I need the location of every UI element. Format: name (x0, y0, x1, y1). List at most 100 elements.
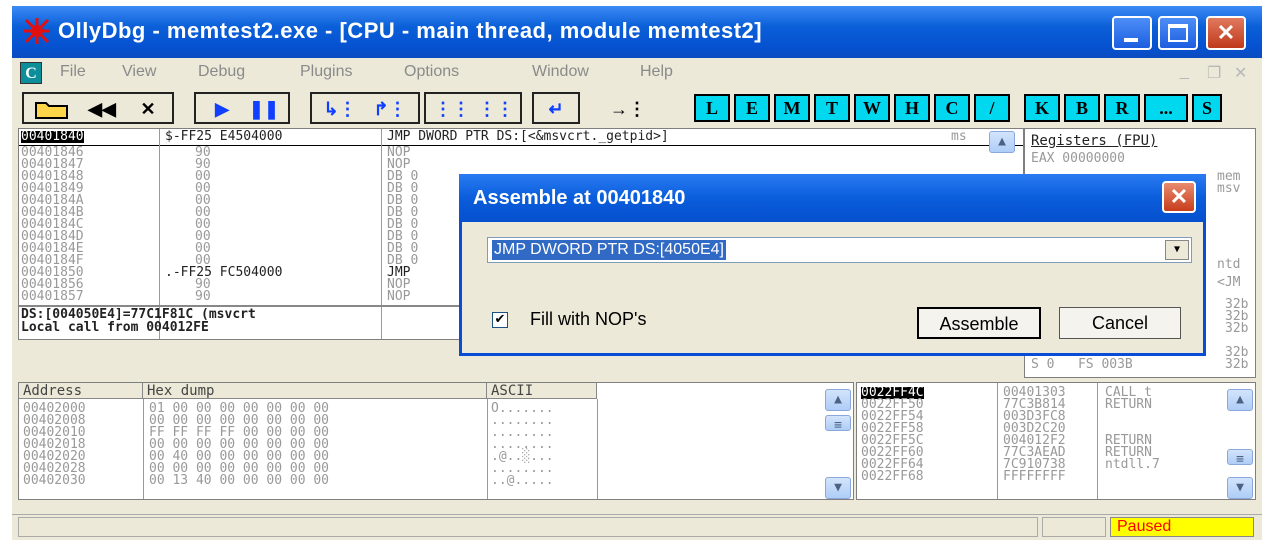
maximize-button[interactable] (1158, 16, 1198, 50)
dump-scroll-up-button[interactable]: ▲ (825, 389, 851, 411)
register-eax[interactable]: EAX 00000000 (1031, 152, 1125, 165)
assemble-command-input[interactable]: JMP DWORD PTR DS:[4050E4] (492, 240, 726, 260)
selection-underline (19, 145, 1023, 146)
menu-debug[interactable]: Debug (198, 63, 245, 81)
minimize-button[interactable] (1112, 16, 1152, 50)
dialog-title-bar[interactable]: Assemble at 00401840 ✕ (459, 174, 1206, 222)
menu-view[interactable]: View (122, 63, 156, 81)
column-divider (381, 129, 382, 339)
threads-window-button[interactable]: T (814, 94, 850, 122)
dump-scroll-thumb[interactable]: ≡ (825, 415, 851, 433)
patches-window-button[interactable]: / (974, 94, 1010, 122)
log-window-button[interactable]: L (694, 94, 730, 122)
disasm-selected-cmd[interactable]: JMP DWORD PTR DS:[<&msvcrt._getpid>] (387, 130, 669, 143)
source-window-button[interactable]: S (1192, 94, 1222, 122)
dump-address-header[interactable]: Address (19, 383, 143, 399)
mdi-minimize-icon[interactable]: _ (1180, 63, 1189, 81)
cancel-button[interactable]: Cancel (1059, 307, 1181, 339)
column-divider (1097, 383, 1098, 499)
menu-options[interactable]: Options (404, 63, 459, 81)
chevron-up-icon: ▲ (998, 134, 1006, 149)
step-over-button[interactable]: ↱⋮ (368, 98, 412, 120)
open-button[interactable] (30, 98, 74, 120)
dump-ascii-header[interactable]: ASCII (487, 383, 597, 399)
dump-hex: 00 13 40 00 00 00 00 00 (149, 473, 330, 488)
mdi-restore-icon[interactable]: ❐ (1207, 63, 1221, 83)
animate-into-button[interactable]: ⋮⋮ (432, 98, 472, 120)
pause-icon: ❚❚ (248, 98, 280, 119)
modules-window-button[interactable]: E (734, 94, 770, 122)
play-icon: ▶ (215, 98, 229, 119)
cpu-window-icon[interactable]: C (20, 62, 42, 84)
column-divider (487, 399, 488, 499)
disasm-addr: 00401857 (21, 289, 84, 304)
dump-scroll-down-button[interactable]: ▼ (825, 477, 851, 499)
stack-scroll-up-button[interactable]: ▲ (1227, 389, 1253, 411)
stack-val: FFFFFFFF (1003, 469, 1066, 484)
toolbar: ◀◀ ✕ ▶ ❚❚ ↳⋮ ↱⋮ ⋮⋮ ⋮⋮ ↵ →⋮ L E M T W H C… (12, 90, 1262, 128)
handles-window-button[interactable]: H (894, 94, 930, 122)
grip-icon: ≡ (1236, 452, 1244, 467)
close-icon: ✕ (1169, 184, 1189, 209)
menu-help[interactable]: Help (640, 63, 673, 81)
call-stack-window-button[interactable]: K (1024, 94, 1060, 122)
register-comment: msv (1217, 181, 1241, 196)
terminate-button[interactable]: ✕ (128, 98, 168, 120)
chevron-down-icon: ▼ (1173, 244, 1181, 255)
animate-over-icon: ⋮⋮ (478, 98, 514, 119)
disasm-selected-hex[interactable]: $-FF25 E4504000 (165, 130, 282, 143)
registers-header[interactable]: Registers (FPU) (1031, 134, 1157, 148)
step-into-button[interactable]: ↳⋮ (318, 98, 362, 120)
references-window-button[interactable]: R (1104, 94, 1140, 122)
dump-addr: 00402030 (23, 473, 86, 488)
mdi-close-icon[interactable]: ✕ (1234, 63, 1247, 83)
disasm-selected-addr[interactable]: 00401840 (21, 130, 84, 143)
register-comment: <JM (1217, 275, 1241, 290)
restart-button[interactable]: ◀◀ (82, 98, 122, 120)
stack-scroll-down-button[interactable]: ▼ (1227, 477, 1253, 499)
pause-button[interactable]: ❚❚ (246, 98, 282, 120)
column-divider (143, 399, 144, 499)
assemble-command-combobox[interactable]: JMP DWORD PTR DS:[4050E4] ▼ (487, 237, 1192, 263)
cpu-window-button[interactable]: C (934, 94, 970, 122)
register-comment: 32b (1225, 357, 1249, 372)
fill-with-nops-label[interactable]: Fill with NOP's (530, 309, 646, 330)
stack-comment: ntdll.7 (1105, 457, 1160, 472)
segment-register-row[interactable]: S 0 FS 003B (1031, 358, 1133, 371)
folder-open-icon (35, 102, 68, 119)
disasm-scroll-up-button[interactable]: ▲ (989, 131, 1015, 153)
fill-with-nops-checkbox[interactable]: ✔ (492, 312, 508, 328)
dialog-title: Assemble at 00401840 (473, 187, 686, 209)
disasm-selected-comment: ms (951, 129, 967, 144)
stack-pane[interactable]: 0022FF4C 00401303 CALL t 0022FF50 77C3B8… (856, 382, 1256, 500)
menu-plugins[interactable]: Plugins (300, 63, 352, 81)
dump-pane[interactable]: Address Hex dump ASCII 00402000 01 00 00… (18, 382, 854, 500)
close-button[interactable]: ✕ (1206, 16, 1246, 50)
dump-hex-header[interactable]: Hex dump (143, 383, 487, 399)
combobox-dropdown-button[interactable]: ▼ (1165, 240, 1189, 260)
menu-window[interactable]: Window (532, 63, 589, 81)
run-button[interactable]: ▶ (204, 98, 240, 120)
animate-over-button[interactable]: ⋮⋮ (476, 98, 516, 120)
checkmark-icon: ✔ (494, 312, 506, 327)
chevron-down-icon: ▼ (1236, 480, 1244, 495)
restart-icon: ◀◀ (88, 98, 116, 119)
close-program-icon: ✕ (140, 98, 156, 119)
chevron-up-icon: ▲ (834, 392, 842, 407)
dialog-close-button[interactable]: ✕ (1162, 181, 1196, 213)
run-trace-window-button[interactable]: ... (1144, 94, 1188, 122)
windows-window-button[interactable]: W (854, 94, 890, 122)
title-bar[interactable]: OllyDbg - memtest2.exe - [CPU - main thr… (12, 6, 1262, 58)
status-secondary-panel (1042, 517, 1106, 537)
assemble-button[interactable]: Assemble (917, 307, 1041, 339)
bug-logo-icon (24, 18, 50, 44)
execute-till-return-button[interactable]: ↵ (538, 98, 574, 120)
return-icon: ↵ (548, 98, 564, 119)
disasm-cmd: NOP (387, 289, 411, 304)
menu-file[interactable]: File (60, 63, 86, 81)
go-to-button[interactable]: →⋮ (608, 98, 648, 120)
breakpoints-window-button[interactable]: B (1064, 94, 1100, 122)
memory-window-button[interactable]: M (774, 94, 810, 122)
stack-scroll-thumb[interactable]: ≡ (1227, 449, 1253, 467)
step-over-icon: ↱⋮ (373, 98, 407, 119)
